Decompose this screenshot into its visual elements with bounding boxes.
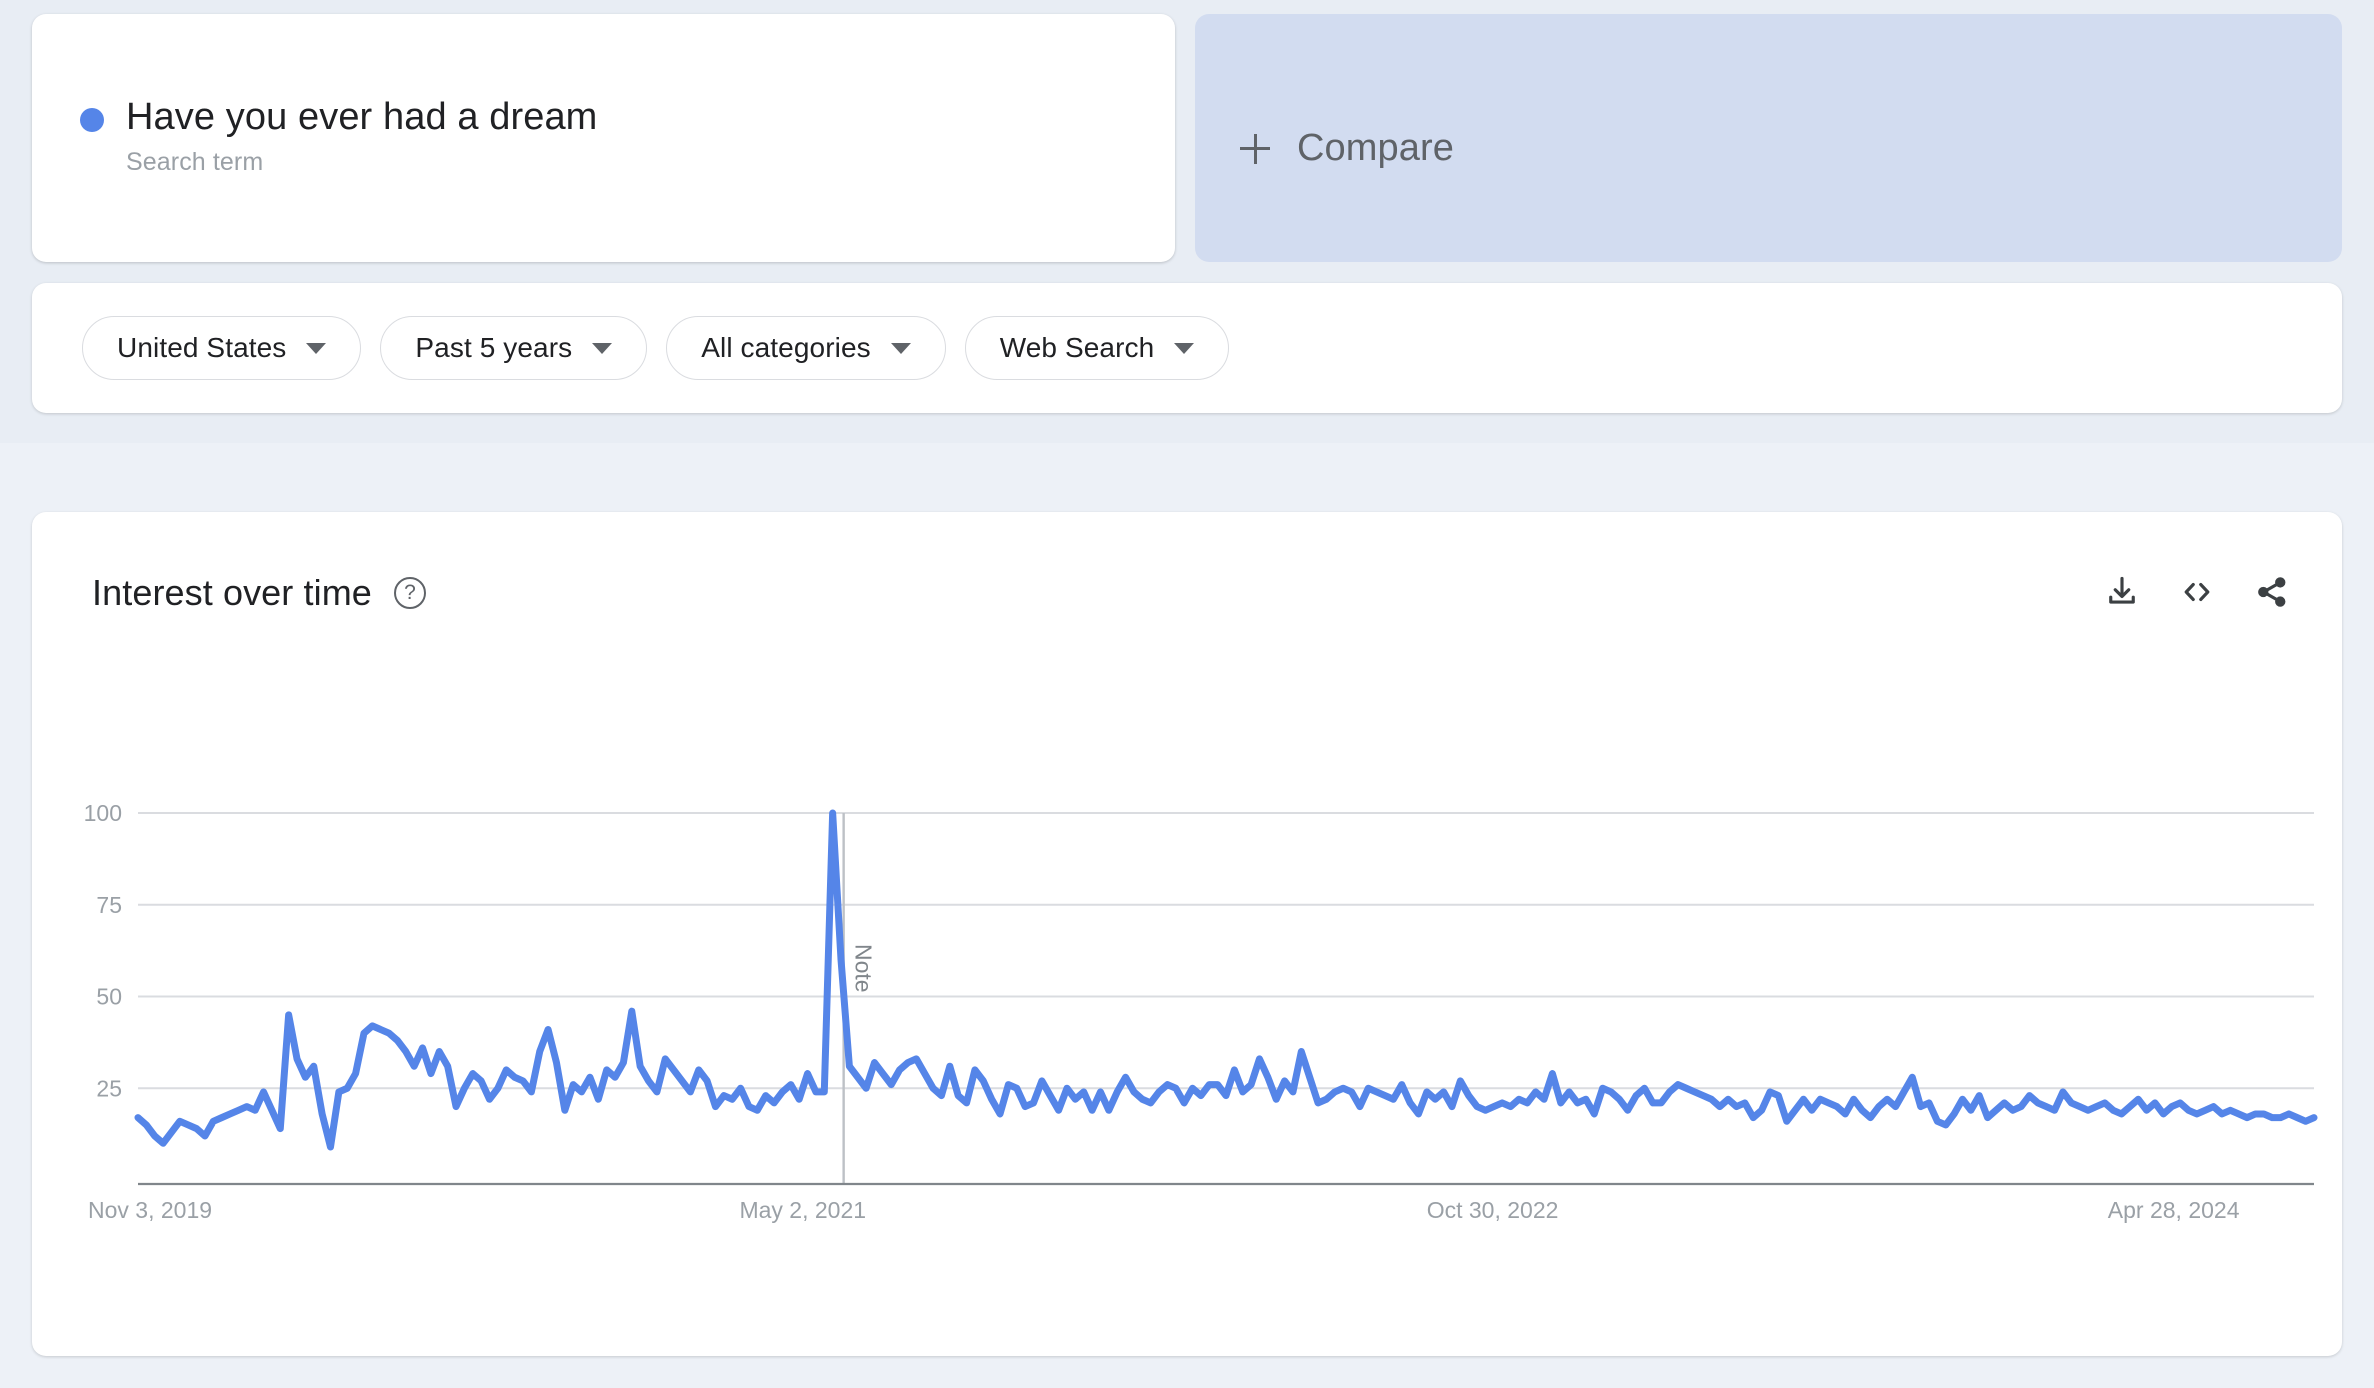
chart-x-tick-label: Nov 3, 2019 — [88, 1197, 212, 1223]
filter-chip-search-type[interactable]: Web Search — [964, 316, 1230, 380]
chevron-down-icon — [1174, 342, 1195, 354]
interest-over-time-chart[interactable]: 100 75 50 25 Note Nov 3, 2019 May 2, 2021 Oct… — [32, 512, 2342, 1356]
chevron-down-icon — [306, 342, 327, 354]
chart-y-tick-label: 100 — [84, 800, 122, 826]
series-color-dot — [80, 108, 104, 132]
filter-chip-region[interactable]: United States — [82, 316, 362, 380]
search-term-texts: Have you ever had a dream Search term — [126, 96, 597, 177]
chevron-down-icon — [890, 342, 911, 354]
chart-x-tick-label: Oct 30, 2022 — [1427, 1197, 1559, 1223]
search-term-title: Have you ever had a dream — [126, 96, 598, 138]
filter-chip-region-label: United States — [117, 332, 287, 363]
chart-x-tick-label: May 2, 2021 — [739, 1197, 866, 1223]
chart-svg: 100 75 50 25 Note Nov 3, 2019 May 2, 2021 Oct… — [84, 800, 2318, 1223]
chart-y-tick-label: 50 — [96, 984, 122, 1010]
chart-annotations: Note — [842, 813, 877, 1184]
chart-series-line — [134, 809, 2318, 1151]
chart-note-label[interactable]: Note — [851, 944, 877, 993]
compare-card[interactable]: Compare — [1195, 14, 2342, 262]
search-term-card[interactable]: Have you ever had a dream Search term — [32, 14, 1175, 262]
filter-chip-search-type-label: Web Search — [999, 332, 1155, 363]
filter-chip-category-label: All categories — [701, 332, 871, 363]
chart-y-axis-labels: 100 75 50 25 — [84, 800, 122, 1101]
compare-label: Compare — [1297, 127, 1454, 169]
chart-x-axis-labels: Nov 3, 2019 May 2, 2021 Oct 30, 2022 Apr 28… — [88, 1197, 2240, 1223]
filter-chip-time-range-label: Past 5 years — [415, 332, 573, 363]
chart-y-tick-label: 25 — [96, 1075, 122, 1101]
search-terms-row: Have you ever had a dream Search term Co… — [32, 14, 2342, 262]
filter-chip-time-range[interactable]: Past 5 years — [380, 316, 648, 380]
compare-content: Compare — [1240, 127, 1454, 170]
search-term-subtitle: Search term — [126, 147, 264, 176]
chevron-down-icon — [592, 342, 613, 354]
interest-over-time-card: Interest over time ? 100 75 50 25 Note N… — [32, 512, 2342, 1356]
filter-chip-category[interactable]: All categories — [666, 316, 946, 380]
filter-bar: United States Past 5 years All categorie… — [32, 283, 2342, 413]
chart-x-tick-label: Apr 28, 2024 — [2108, 1197, 2240, 1223]
chart-gridlines — [138, 812, 2314, 1090]
chart-y-tick-label: 75 — [96, 892, 122, 918]
plus-icon — [1240, 133, 1270, 164]
search-term-content: Have you ever had a dream Search term — [80, 96, 597, 177]
